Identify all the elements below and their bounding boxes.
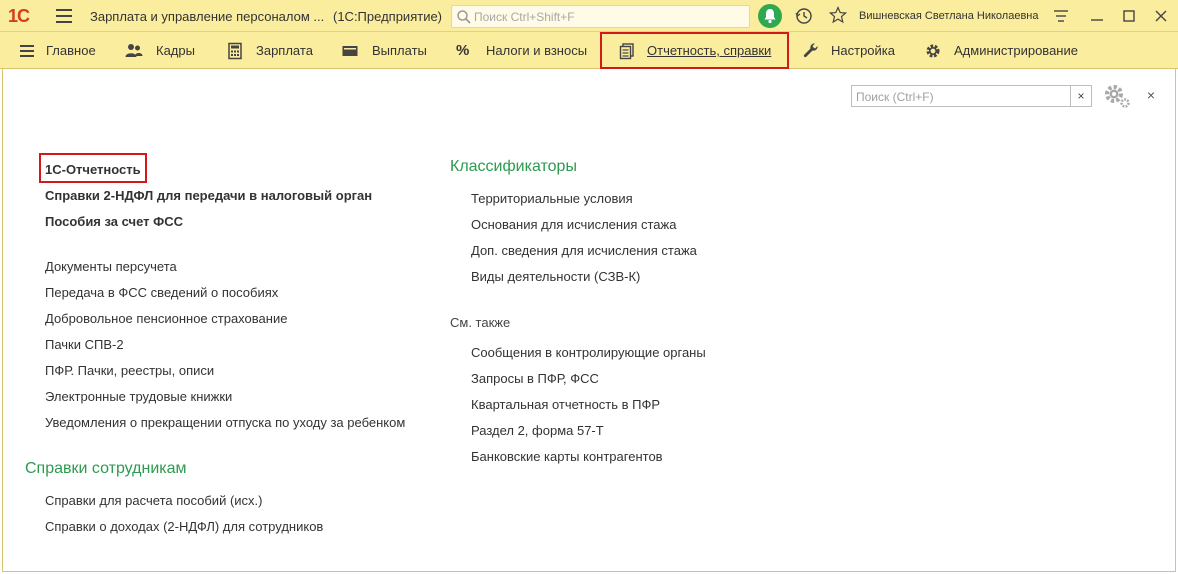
section-personnel[interactable]: Кадры xyxy=(110,32,210,69)
section-administration[interactable]: Администрирование xyxy=(914,32,1084,69)
list-item[interactable]: Раздел 2, форма 57-Т xyxy=(471,423,604,438)
app-logo: 1С xyxy=(8,6,30,26)
list-item[interactable]: Доп. сведения для исчисления стажа xyxy=(471,243,697,258)
section-label: Кадры xyxy=(156,43,195,58)
section-label: Налоги и взносы xyxy=(486,43,588,58)
calculator-icon xyxy=(228,42,242,60)
list-item[interactable]: Запросы в ПФР, ФСС xyxy=(471,371,599,386)
list-item[interactable]: Электронные трудовые книжки xyxy=(45,389,232,404)
search-icon xyxy=(457,10,471,24)
clear-search-button[interactable]: × xyxy=(1070,85,1092,107)
section-label: Выплаты xyxy=(372,43,427,58)
section-label: Зарплата xyxy=(256,43,313,58)
section-label: Настройка xyxy=(831,43,895,58)
title-bar: 1С Зарплата и управление персоналом ... … xyxy=(0,0,1178,32)
list-icon xyxy=(20,45,34,57)
percent-icon: % xyxy=(456,42,470,59)
section-payments[interactable]: Выплаты xyxy=(326,32,436,69)
list-item[interactable]: Уведомления о прекращении отпуска по ухо… xyxy=(45,415,405,430)
panel-search-placeholder: Поиск (Ctrl+F) xyxy=(856,90,934,104)
section-taxes[interactable]: % Налоги и взносы xyxy=(440,32,598,69)
group-title-classifiers: Классификаторы xyxy=(450,158,577,175)
window-menu-icon[interactable] xyxy=(1052,7,1070,25)
notifications-bell-icon[interactable] xyxy=(758,4,782,28)
global-search-input[interactable]: Поиск Ctrl+Shift+F xyxy=(451,5,750,28)
list-item[interactable]: Передача в ФСС сведений о пособиях xyxy=(45,285,278,300)
section-content-panel: Поиск (Ctrl+F) × × 1С-Отчетность Справки… xyxy=(2,69,1176,572)
current-user-name[interactable]: Вишневская Светлана Николаевна xyxy=(859,10,1039,22)
link-1c-reporting[interactable]: 1С-Отчетность xyxy=(45,162,141,177)
link-fss-benefits[interactable]: Пособия за счет ФСС xyxy=(45,214,183,229)
main-menu-icon[interactable] xyxy=(56,9,72,23)
list-item[interactable]: Справки о доходах (2-НДФЛ) для сотрудник… xyxy=(45,519,323,534)
panel-search-input[interactable]: Поиск (Ctrl+F) xyxy=(851,85,1071,107)
app-title: Зарплата и управление персоналом ... xyxy=(90,9,325,24)
close-window-icon[interactable] xyxy=(1152,7,1170,25)
sections-panel: Главное Кадры Зарплата Выплаты % Налоги … xyxy=(0,32,1178,69)
gear-icon xyxy=(926,44,940,58)
people-icon xyxy=(125,44,143,57)
history-icon[interactable] xyxy=(795,7,813,25)
app-subtitle: (1С:Предприятие) xyxy=(333,9,443,24)
list-item[interactable]: Квартальная отчетность в ПФР xyxy=(471,397,660,412)
list-item[interactable]: ПФР. Пачки, реестры, описи xyxy=(45,363,214,378)
link-2ndfl-for-tax[interactable]: Справки 2-НДФЛ для передачи в налоговый … xyxy=(45,188,372,203)
documents-icon xyxy=(619,43,634,60)
list-item[interactable]: Документы персучета xyxy=(45,259,177,274)
maximize-icon[interactable] xyxy=(1120,7,1138,25)
list-item[interactable]: Основания для исчисления стажа xyxy=(471,217,676,232)
list-item[interactable]: Пачки СПВ-2 xyxy=(45,337,124,352)
section-label: Отчетность, справки xyxy=(647,43,772,58)
panel-settings-gear-icon[interactable] xyxy=(1102,83,1132,109)
wrench-icon xyxy=(803,43,818,58)
section-main[interactable]: Главное xyxy=(0,32,108,69)
section-label: Администрирование xyxy=(954,43,1078,58)
list-item[interactable]: Территориальные условия xyxy=(471,191,633,206)
list-item[interactable]: Банковские карты контрагентов xyxy=(471,449,663,464)
favorites-star-icon[interactable] xyxy=(829,6,847,24)
wallet-icon xyxy=(342,46,358,56)
section-salary[interactable]: Зарплата xyxy=(212,32,322,69)
global-search-placeholder: Поиск Ctrl+Shift+F xyxy=(474,10,575,24)
list-item[interactable]: Справки для расчета пособий (исх.) xyxy=(45,493,262,508)
close-panel-icon[interactable]: × xyxy=(1144,88,1158,102)
section-reporting[interactable]: Отчетность, справки xyxy=(600,32,789,69)
list-item[interactable]: Виды деятельности (СЗВ-К) xyxy=(471,269,640,284)
list-item[interactable]: Добровольное пенсионное страхование xyxy=(45,311,287,326)
section-settings[interactable]: Настройка xyxy=(792,32,902,69)
group-title-employee-certificates: Справки сотрудникам xyxy=(25,460,187,477)
minimize-icon[interactable] xyxy=(1088,7,1106,25)
list-item[interactable]: Сообщения в контролирующие органы xyxy=(471,345,706,360)
see-also-heading: См. также xyxy=(450,315,511,330)
section-label: Главное xyxy=(46,43,96,58)
